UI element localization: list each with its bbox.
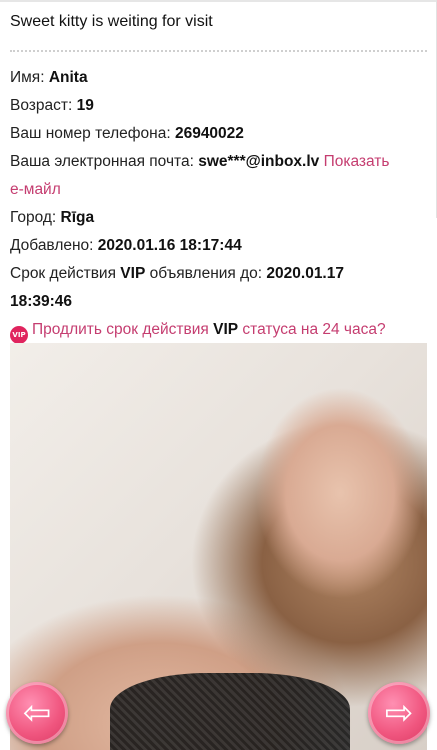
show-email-link[interactable]: Показать [324,153,390,170]
age-row: Возраст: 19 [10,92,430,120]
added-row: Добавлено: 2020.01.16 18:17:44 [10,232,430,260]
email-value: swe***@inbox.lv [198,153,320,170]
vip-expiry-row: Срок действия VIP объявления до: 2020.01… [10,260,430,288]
phone-row: Ваш номер телефона: 26940022 [10,120,430,148]
photo-detail [110,673,350,750]
listing-photo[interactable] [10,343,427,750]
extend-vip-text-vip: VIP [213,321,239,338]
title-divider [10,50,427,52]
arrow-left-icon: ⇦ [22,693,52,733]
vip-expiry-time: 18:39:46 [10,293,73,310]
phone-value: 26940022 [174,125,244,142]
next-photo-button[interactable]: ⇨ [368,682,430,744]
city-row: Город: Rīga [10,204,430,232]
age-value: 19 [76,97,94,114]
email-row-continued: е-майл [10,176,430,204]
extend-vip-text-post: статуса на 24 часа? [238,321,386,338]
arrow-right-icon: ⇨ [384,693,414,733]
city-label: Город: [10,209,57,226]
extend-vip-text-pre: Продлить срок действия [32,321,214,338]
name-value: Anita [48,69,88,86]
vip-expiry-label-post: объявления до: [145,265,263,282]
city-link[interactable]: Rīga [61,209,95,226]
name-row: Имя: Anita [10,64,430,92]
vip-badge-icon: VIP [10,326,28,344]
age-label: Возраст: [10,97,73,114]
extend-vip-link[interactable]: VIP Продлить срок действия VIP статуса на… [10,316,430,344]
vip-expiry-label-pre: Срок действия [10,265,121,282]
added-label: Добавлено: [10,237,94,254]
email-label: Ваша электронная почта: [10,153,194,170]
vip-expiry-date: 2020.01.17 [266,265,344,282]
show-email-link-continued[interactable]: е-майл [10,181,61,198]
vip-expiry-time-row: 18:39:46 [10,288,430,316]
listing-title: Sweet kitty is weiting for visit [10,13,213,30]
email-row: Ваша электронная почта: swe***@inbox.lv … [10,148,430,176]
prev-photo-button[interactable]: ⇦ [6,682,68,744]
phone-label: Ваш номер телефона: [10,125,171,142]
vip-expiry-label-vip: VIP [120,265,146,282]
listing-details: Имя: Anita Возраст: 19 Ваш номер телефон… [10,64,430,344]
name-label: Имя: [10,69,45,86]
added-value: 2020.01.16 18:17:44 [97,237,242,254]
